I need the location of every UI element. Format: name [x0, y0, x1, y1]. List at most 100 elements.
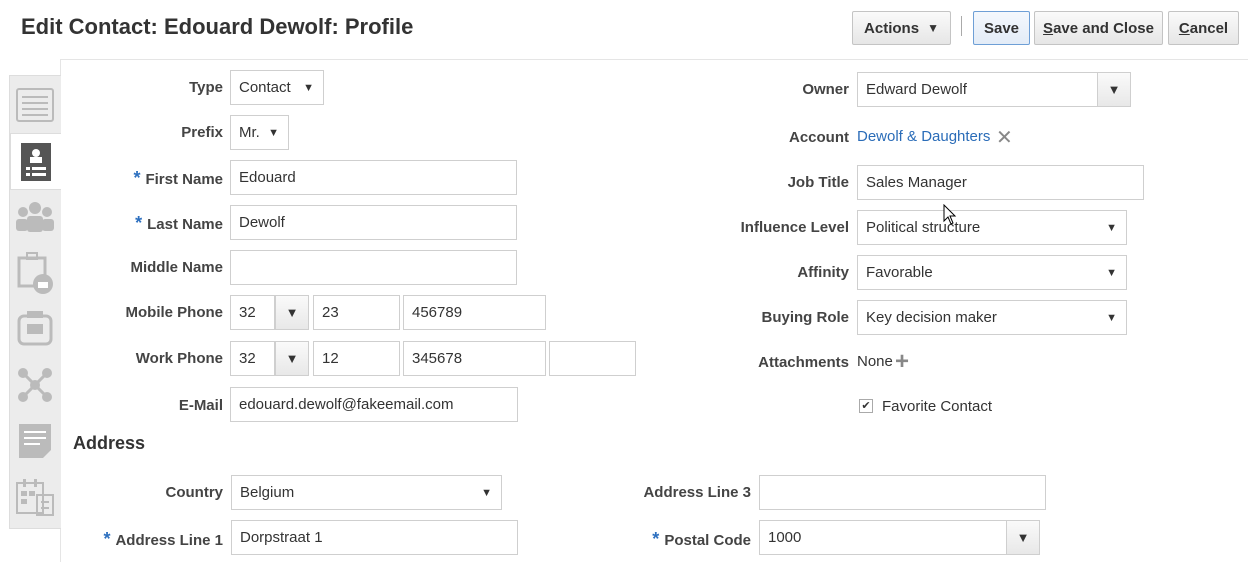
add-attachment-icon[interactable]: + [895, 348, 909, 376]
last-name-value: Dewolf [239, 214, 285, 231]
address-line1-input[interactable]: Dorpstraat 1 [231, 520, 518, 555]
mobile-country-code-input[interactable]: 32 [230, 295, 275, 330]
influence-level-value: Political structure [866, 219, 981, 236]
mobile-number-input[interactable]: 456789 [403, 295, 546, 330]
affinity-select[interactable]: Favorable [857, 255, 1127, 290]
required-icon: * [652, 529, 660, 549]
work-area-value: 12 [322, 350, 339, 367]
profile-icon [21, 142, 51, 181]
postal-code-label-text: Postal Code [664, 532, 751, 549]
last-name-label-text: Last Name [147, 216, 223, 233]
remove-account-icon[interactable]: ✕ [996, 125, 1013, 150]
mobile-phone-label: Mobile Phone [125, 304, 224, 321]
caret-down-icon: ▼ [927, 21, 939, 35]
actions-label: Actions [864, 19, 920, 37]
notes-icon [17, 310, 53, 345]
mouse-cursor-icon [943, 204, 957, 225]
mobile-number-value: 456789 [412, 304, 463, 321]
address-line1-label-text: Address Line 1 [115, 532, 223, 549]
influence-level-label: Influence Level [740, 219, 849, 236]
caret-down-icon: ▼ [1016, 530, 1030, 545]
last-name-input[interactable]: Dewolf [230, 205, 517, 240]
mobile-area-code-input[interactable]: 23 [313, 295, 400, 330]
tab-notes[interactable] [10, 301, 60, 356]
mobile-country-dropdown[interactable]: ▼ [275, 295, 309, 330]
type-select[interactable]: Contact [230, 70, 324, 105]
summary-icon [16, 87, 54, 122]
caret-down-icon: ▼ [285, 351, 299, 366]
cancel-button[interactable]: Cancel [1168, 11, 1239, 45]
affinity-label: Affinity [797, 264, 849, 281]
mobile-country-value: 32 [239, 304, 256, 321]
country-value: Belgium [240, 484, 295, 501]
work-country-dropdown[interactable]: ▼ [275, 341, 309, 376]
save-and-close-button[interactable]: Save and Close [1034, 11, 1163, 45]
owner-input[interactable]: Edward Dewolf [857, 72, 1098, 107]
account-link[interactable]: Dewolf & Daughters [857, 128, 990, 145]
first-name-value: Edouard [239, 169, 296, 186]
influence-level-select[interactable]: Political structure [857, 210, 1127, 245]
documents-icon [19, 423, 51, 458]
job-title-input[interactable]: Sales Manager [857, 165, 1144, 200]
tab-relationships[interactable] [10, 357, 60, 412]
address-heading: Address [73, 433, 146, 453]
first-name-input[interactable]: Edouard [230, 160, 517, 195]
required-icon: * [133, 168, 141, 188]
address-line3-label: Address Line 3 [643, 484, 751, 501]
address-line1-value: Dorpstraat 1 [240, 529, 323, 546]
work-country-code-input[interactable]: 32 [230, 341, 275, 376]
country-select[interactable]: Belgium [231, 475, 502, 510]
last-name-label: * Last Name [135, 213, 223, 234]
postal-code-input[interactable]: 1000 [759, 520, 1007, 555]
address-line1-label: * Address Line 1 [103, 529, 223, 550]
save-button[interactable]: Save [973, 11, 1030, 45]
caret-down-icon: ▼ [1107, 82, 1121, 97]
owner-value: Edward Dewolf [866, 81, 967, 98]
tab-profile[interactable] [10, 133, 61, 190]
country-label: Country [165, 484, 224, 501]
prefix-label: Prefix [181, 124, 223, 141]
tab-team[interactable] [10, 189, 60, 244]
caret-down-icon: ▼ [285, 305, 299, 320]
work-number-input[interactable]: 345678 [403, 341, 546, 376]
job-title-label: Job Title [787, 174, 849, 191]
type-value: Contact [239, 79, 291, 96]
prefix-select[interactable]: Mr. [230, 115, 289, 150]
buying-role-label: Buying Role [761, 309, 849, 326]
toolbar-separator [961, 16, 962, 36]
checkmark-icon: ✔ [861, 400, 871, 412]
address-line3-input[interactable] [759, 475, 1046, 510]
cancel-mnemonic: C [1178, 19, 1190, 37]
first-name-label: * First Name [133, 168, 223, 189]
header-divider [60, 59, 1248, 60]
cancel-label: ancel [1189, 19, 1229, 37]
owner-label: Owner [802, 81, 849, 98]
email-label: E-Mail [178, 397, 223, 414]
work-number-value: 345678 [412, 350, 463, 367]
actions-button[interactable]: Actions ▼ [852, 11, 951, 45]
type-label: Type [189, 79, 223, 96]
buying-role-select[interactable]: Key decision maker [857, 300, 1127, 335]
affinity-value: Favorable [866, 264, 933, 281]
favorite-contact-checkbox[interactable]: ✔ [859, 399, 873, 413]
postal-code-dropdown[interactable]: ▼ [1006, 520, 1040, 555]
buying-role-value: Key decision maker [866, 309, 997, 326]
required-icon: * [135, 213, 143, 233]
job-title-value: Sales Manager [866, 174, 967, 191]
tab-opportunities[interactable] [10, 245, 60, 300]
prefix-value: Mr. [239, 124, 260, 141]
owner-dropdown[interactable]: ▼ [1097, 72, 1131, 107]
email-input[interactable]: edouard.dewolf@fakeemail.com [230, 387, 518, 422]
tab-documents[interactable] [10, 413, 60, 468]
mobile-area-value: 23 [322, 304, 339, 321]
work-extension-input[interactable] [549, 341, 636, 376]
opportunity-icon [17, 251, 53, 294]
work-area-code-input[interactable]: 12 [313, 341, 400, 376]
attachments-value: None [857, 353, 893, 370]
tab-summary[interactable] [10, 77, 60, 132]
middle-name-input[interactable] [230, 250, 517, 285]
tab-calendar[interactable] [10, 469, 60, 524]
team-icon [16, 201, 54, 232]
first-name-label-text: First Name [145, 171, 223, 188]
save-close-label: ave and Close [1053, 19, 1154, 37]
